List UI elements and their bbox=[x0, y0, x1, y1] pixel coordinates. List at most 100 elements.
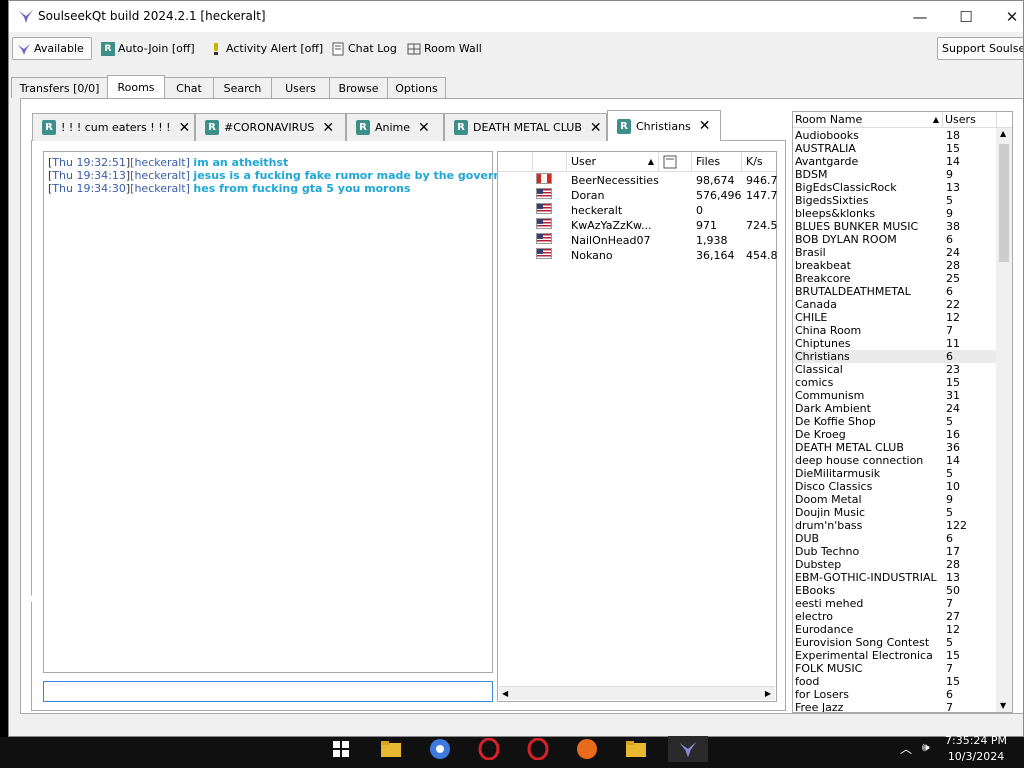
app-icon[interactable] bbox=[574, 736, 600, 762]
room-row[interactable]: Christians 6 bbox=[793, 350, 997, 363]
room-row[interactable]: BLUES BUNKER MUSIC 38 bbox=[793, 220, 997, 233]
room-row[interactable]: drum'n'bass 122 bbox=[793, 519, 997, 532]
room-row[interactable]: Breakcore 25 bbox=[793, 272, 997, 285]
close-button[interactable]: ✕ bbox=[989, 1, 1023, 32]
room-row[interactable]: Doujin Music 5 bbox=[793, 506, 997, 519]
room-row[interactable]: Canada 22 bbox=[793, 298, 997, 311]
room-row[interactable]: Dubstep 28 bbox=[793, 558, 997, 571]
autojoin-button[interactable]: R Auto-Join [off] bbox=[97, 37, 199, 60]
room-row[interactable]: DieMilitarmusik 5 bbox=[793, 467, 997, 480]
room-row[interactable]: bleeps&klonks 9 bbox=[793, 207, 997, 220]
room-row[interactable]: CHILE 12 bbox=[793, 311, 997, 324]
column-header-user[interactable]: User ▲ bbox=[567, 152, 659, 172]
room-row[interactable]: China Room 7 bbox=[793, 324, 997, 337]
horizontal-scrollbar[interactable]: ◀ ▶ bbox=[499, 686, 775, 700]
chat-log[interactable]: [Thu 19:32:51][heckeralt] im an atheiths… bbox=[43, 151, 525, 673]
room-row[interactable]: BOB DYLAN ROOM 6 bbox=[793, 233, 997, 246]
tab-chat[interactable]: Chat bbox=[164, 77, 214, 98]
tab-search[interactable]: Search bbox=[213, 77, 272, 98]
room-row[interactable]: Communism 31 bbox=[793, 389, 997, 402]
room-row[interactable]: AUSTRALIA 15 bbox=[793, 142, 997, 155]
room-row[interactable]: eesti mehed 7 bbox=[793, 597, 997, 610]
chevron-up-icon[interactable]: ︿ bbox=[900, 740, 912, 757]
close-icon[interactable]: ✕ bbox=[179, 120, 191, 136]
room-tab[interactable]: R #CORONAVIRUS ✕ bbox=[195, 113, 346, 141]
taskbar-clock[interactable]: 7:35:24 PM 10/3/2024 bbox=[945, 733, 1007, 765]
support-soulseek-button[interactable]: Support Soulseek bbox=[937, 37, 1023, 60]
room-row[interactable]: Disco Classics 10 bbox=[793, 480, 997, 493]
room-row[interactable]: FOLK MUSIC 7 bbox=[793, 662, 997, 675]
room-row[interactable]: De Koffie Shop 5 bbox=[793, 415, 997, 428]
room-row[interactable]: BigEdsClassicRock 13 bbox=[793, 181, 997, 194]
room-tab[interactable]: R DEATH METAL CLUB ✕ bbox=[444, 113, 607, 141]
room-row[interactable]: food 15 bbox=[793, 675, 997, 688]
minimize-button[interactable]: — bbox=[897, 1, 943, 32]
room-row[interactable]: DEATH METAL CLUB 36 bbox=[793, 441, 997, 454]
close-icon[interactable]: ✕ bbox=[418, 120, 430, 136]
user-row[interactable]: BeerNecessities 98,674 946.7 bbox=[498, 173, 778, 188]
room-row[interactable]: Classical 23 bbox=[793, 363, 997, 376]
column-header-comments[interactable] bbox=[659, 152, 692, 172]
vertical-scrollbar[interactable]: ▲ ▼ bbox=[996, 128, 1012, 712]
room-row[interactable]: De Kroeg 16 bbox=[793, 428, 997, 441]
maximize-button[interactable]: ☐ bbox=[943, 1, 989, 32]
scroll-thumb[interactable] bbox=[999, 144, 1009, 262]
column-header-room-name[interactable]: Room Name ▲ bbox=[793, 112, 943, 128]
chrome-icon[interactable] bbox=[427, 736, 453, 762]
room-tab[interactable]: R Anime ✕ bbox=[346, 113, 444, 141]
room-row[interactable]: Chiptunes 11 bbox=[793, 337, 997, 350]
scroll-right-icon[interactable]: ▶ bbox=[765, 687, 771, 701]
chat-log-button[interactable]: Chat Log bbox=[327, 37, 401, 60]
close-icon[interactable]: ✕ bbox=[590, 120, 602, 136]
close-icon[interactable]: ✕ bbox=[322, 120, 334, 136]
room-wall-button[interactable]: Room Wall bbox=[403, 37, 486, 60]
file-explorer-icon[interactable] bbox=[378, 736, 404, 762]
column-header-speed[interactable]: K/s bbox=[742, 152, 778, 172]
room-row[interactable]: BigedsSixties 5 bbox=[793, 194, 997, 207]
room-row[interactable]: EBM-GOTHIC-INDUSTRIAL 13 bbox=[793, 571, 997, 584]
chat-user[interactable]: heckeralt bbox=[134, 156, 185, 169]
tab-transfers[interactable]: Transfers [0/0] bbox=[11, 77, 108, 98]
user-row[interactable]: KwAzYaZzKw... 971 724.5 bbox=[498, 218, 778, 233]
room-row[interactable]: Audiobooks 18 bbox=[793, 129, 997, 142]
volume-icon[interactable]: 🕪 bbox=[922, 740, 930, 755]
room-tab[interactable]: R ! ! ! cum eaters ! ! ! ✕ bbox=[32, 113, 195, 141]
folder-icon[interactable] bbox=[623, 736, 649, 762]
room-row[interactable]: Eurovision Song Contest 5 bbox=[793, 636, 997, 649]
room-row[interactable]: Doom Metal 9 bbox=[793, 493, 997, 506]
room-row[interactable]: electro 27 bbox=[793, 610, 997, 623]
room-row[interactable]: DUB 6 bbox=[793, 532, 997, 545]
column-header-files[interactable]: Files bbox=[692, 152, 742, 172]
room-row[interactable]: deep house connection 14 bbox=[793, 454, 997, 467]
room-row[interactable]: BRUTALDEATHMETAL 6 bbox=[793, 285, 997, 298]
soulseek-taskbar-icon[interactable] bbox=[668, 736, 708, 762]
close-icon[interactable]: ✕ bbox=[699, 118, 711, 134]
room-row[interactable]: EBooks 50 bbox=[793, 584, 997, 597]
tab-users[interactable]: Users bbox=[271, 77, 330, 98]
chat-input[interactable] bbox=[43, 681, 493, 702]
status-available-button[interactable]: Available bbox=[12, 37, 92, 60]
tab-rooms[interactable]: Rooms bbox=[107, 75, 165, 98]
room-row[interactable]: Experimental Electronica 15 bbox=[793, 649, 997, 662]
room-row[interactable]: BDSM 9 bbox=[793, 168, 997, 181]
tab-options[interactable]: Options bbox=[387, 77, 446, 98]
room-row[interactable]: Avantgarde 14 bbox=[793, 155, 997, 168]
room-row[interactable]: comics 15 bbox=[793, 376, 997, 389]
user-row[interactable]: heckeralt 0 bbox=[498, 203, 776, 218]
room-row[interactable]: Dark Ambient 24 bbox=[793, 402, 997, 415]
room-row[interactable]: Free Jazz 7 bbox=[793, 701, 997, 712]
scroll-up-icon[interactable]: ▲ bbox=[1000, 129, 1006, 138]
room-row[interactable]: Brasil 24 bbox=[793, 246, 997, 259]
chat-user[interactable]: heckeralt bbox=[134, 169, 185, 182]
chat-user[interactable]: heckeralt bbox=[134, 182, 185, 195]
tab-browse[interactable]: Browse bbox=[329, 77, 388, 98]
column-header-users[interactable]: Users bbox=[943, 112, 997, 128]
room-row[interactable]: for Losers 6 bbox=[793, 688, 997, 701]
user-row[interactable]: Doran 576,496 147.7 bbox=[498, 188, 778, 203]
room-row[interactable]: breakbeat 28 bbox=[793, 259, 997, 272]
room-tab-active[interactable]: R Christians ✕ bbox=[607, 110, 721, 141]
opera-icon[interactable] bbox=[476, 736, 502, 762]
activity-alert-button[interactable]: Activity Alert [off] bbox=[205, 37, 327, 60]
start-windows-icon[interactable] bbox=[328, 736, 354, 762]
user-row[interactable]: NailOnHead07 1,938 bbox=[498, 233, 776, 248]
